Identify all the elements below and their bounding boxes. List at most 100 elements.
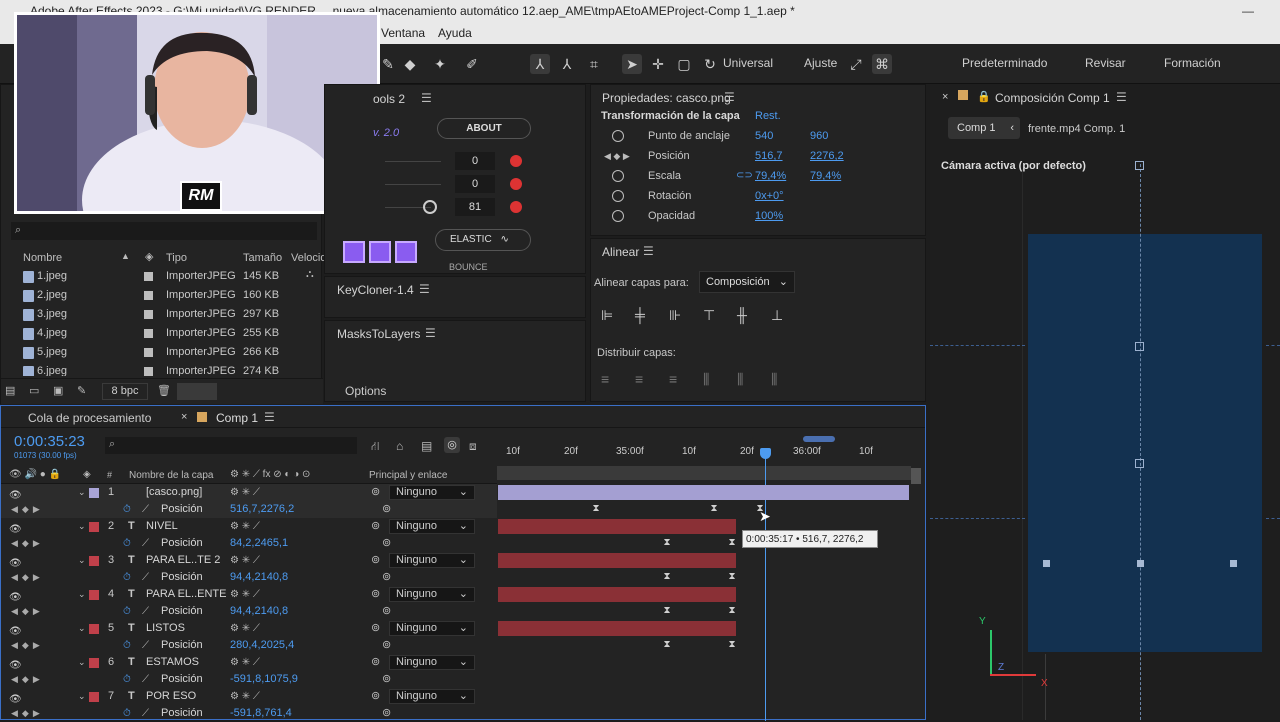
label-tag-icon[interactable]: ◈ — [83, 469, 91, 480]
snap-option-icon[interactable]: ⤢ — [846, 54, 866, 74]
column-layer-name[interactable]: Nombre de la capa — [129, 470, 214, 481]
selection-tool-icon[interactable]: ➤ — [622, 54, 642, 74]
workspace-formacion[interactable]: Formación — [1164, 56, 1221, 70]
y-axis-arrow[interactable] — [990, 630, 992, 676]
twirl-down-icon[interactable]: ⌄ — [78, 654, 86, 671]
column-speed[interactable]: Velocid — [291, 252, 326, 264]
layer-name[interactable]: PARA EL..TE 2 — [146, 552, 220, 569]
world-axis-mode-icon[interactable]: ⅄ — [557, 54, 577, 74]
pick-whip-icon[interactable]: ⊚ — [382, 501, 391, 518]
label-color[interactable] — [89, 590, 99, 600]
parent-dropdown[interactable]: Ninguno ⌄ — [389, 587, 475, 602]
distribute-hcenter-icon[interactable]: ⫼ — [737, 371, 743, 388]
property-value[interactable]: 0x+0° — [755, 186, 784, 206]
project-search-input[interactable]: ⌕ — [11, 222, 317, 240]
graph-icon[interactable]: ⟋ — [142, 671, 149, 688]
about-button[interactable]: ABOUT — [437, 118, 531, 139]
local-axis-mode-icon[interactable]: ⅄ — [530, 54, 550, 74]
pick-whip-icon[interactable]: ⊚ — [382, 569, 391, 586]
twirl-down-icon[interactable]: ⌄ — [78, 586, 86, 603]
layer-row[interactable]: 👁 ⌄ 3 T PARA EL..TE 2 ⚙ ✳ ⟋ ⊚ Ninguno ⌄ — [1, 552, 497, 569]
project-item[interactable]: 4.jpeg ImporterJPEG 255 KB — [1, 324, 323, 343]
label-color[interactable] — [89, 522, 99, 532]
layer-row[interactable]: 👁 ⌄ 5 T LISTOS ⚙ ✳ ⟋ ⊚ Ninguno ⌄ — [1, 620, 497, 637]
label-color[interactable] — [89, 488, 99, 498]
layer-row[interactable]: 👁 ⌄ 4 T PARA EL..ENTE ⚙ ✳ ⟋ ⊚ Ninguno ⌄ — [1, 586, 497, 603]
keyframe-nav-icon[interactable]: ◀◆▶ — [11, 501, 44, 518]
column-size[interactable]: Tamaño — [243, 252, 282, 264]
keyframe-marker[interactable]: ⧗ — [709, 504, 719, 514]
timeline-scroll-thumb[interactable] — [911, 468, 921, 484]
distribute-bottom-icon[interactable]: ≡ — [669, 371, 677, 387]
distribute-vcenter-icon[interactable]: ≡ — [635, 371, 643, 387]
property-value[interactable]: 94,4,2140,8 — [230, 569, 288, 586]
distribute-right-icon[interactable]: ⫼ — [771, 371, 777, 388]
stopwatch-icon[interactable] — [612, 210, 624, 222]
keyframe-marker[interactable]: ⧗ — [662, 538, 672, 548]
comp-breadcrumb-active[interactable]: Comp 1 ‹ — [948, 117, 1020, 139]
property-value-y[interactable]: 960 — [810, 126, 828, 146]
workspace-revisar[interactable]: Revisar — [1085, 56, 1126, 70]
align-bottom-icon[interactable]: ⊥ — [771, 307, 783, 324]
label-color[interactable] — [89, 658, 99, 668]
layer-row[interactable]: 👁 ⌄ 6 T ESTAMOS ⚙ ✳ ⟋ ⊚ Ninguno ⌄ — [1, 654, 497, 671]
keyframe-nav-icon[interactable]: ◀◆▶ — [11, 671, 44, 688]
graph-icon[interactable]: ⟋ — [142, 501, 149, 518]
switches-icons[interactable]: ⚙ ✳ ⟋ fx ⊘ ◐ ◑ ⊙ — [230, 469, 310, 480]
stamp-tool-icon[interactable]: ✎ — [378, 54, 398, 74]
layer-name[interactable]: PARA EL..ENTE — [146, 586, 227, 603]
label-color[interactable] — [89, 556, 99, 566]
property-value-x[interactable]: 516,7 — [755, 146, 783, 166]
path-vertex[interactable] — [1135, 161, 1144, 170]
stopwatch-icon[interactable]: ⏱ — [123, 637, 131, 654]
parent-dropdown[interactable]: Ninguno ⌄ — [389, 485, 475, 500]
keyframe-nav-icon[interactable]: ◀ ◆ ▶ — [604, 146, 630, 166]
elastic-button[interactable]: ELASTIC ∿ — [435, 229, 531, 251]
keyframe-nav-icon[interactable]: ◀◆▶ — [11, 705, 44, 722]
motion-blur-icon[interactable]: ◎ — [444, 437, 460, 453]
property-value-y[interactable]: 2276,2 — [810, 146, 844, 166]
project-item[interactable]: 6.jpeg ImporterJPEG 274 KB — [1, 362, 323, 376]
layer-switches[interactable]: ⚙ ✳ ⟋ — [230, 484, 260, 501]
parent-dropdown[interactable]: Ninguno ⌄ — [389, 655, 475, 670]
playhead-handle[interactable] — [760, 448, 771, 459]
work-area-bar[interactable] — [803, 436, 835, 442]
graph-icon[interactable]: ⟋ — [142, 603, 149, 620]
pick-whip-icon[interactable]: ⊚ — [371, 552, 380, 569]
keyframe-marker[interactable]: ⧗ — [727, 606, 737, 616]
pick-whip-icon[interactable]: ⊚ — [382, 705, 391, 722]
property-value[interactable]: 280,4,2025,4 — [230, 637, 294, 654]
comp-breadcrumb-other[interactable]: frente.mp4 Comp. 1 — [1028, 123, 1125, 135]
graph-editor-icon[interactable]: ⧈ — [469, 439, 477, 454]
render-queue-tab[interactable]: Cola de procesamiento — [28, 411, 151, 425]
layer-duration-bar[interactable] — [498, 519, 736, 534]
layer-name[interactable]: LISTOS — [146, 620, 185, 637]
eraser-tool-icon[interactable]: ◆ — [400, 54, 420, 74]
stopwatch-icon[interactable] — [612, 170, 624, 182]
stopwatch-icon[interactable] — [612, 130, 624, 142]
column-parent[interactable]: Principal y enlace — [369, 470, 447, 481]
keyframe-marker[interactable]: ⧗ — [727, 640, 737, 650]
label-color[interactable] — [89, 624, 99, 634]
stopwatch-icon[interactable]: ⏱ — [123, 705, 131, 722]
pick-whip-icon[interactable]: ⊚ — [382, 671, 391, 688]
pick-whip-icon[interactable]: ⊚ — [371, 688, 380, 705]
column-type[interactable]: Tipo — [166, 252, 187, 264]
keyframe-marker[interactable]: ⧗ — [727, 572, 737, 582]
keyframe-button-icon[interactable] — [510, 178, 522, 190]
property-row[interactable]: ◀◆▶ ⏱ ⟋ Posición -591,8,1075,9 ⊚ — [1, 671, 497, 688]
twirl-down-icon[interactable]: ⌄ — [78, 484, 86, 501]
property-value[interactable]: 100% — [755, 206, 783, 226]
lock-icon[interactable]: 🔒 — [977, 90, 991, 103]
panel-menu-icon[interactable]: ☰ — [425, 326, 436, 340]
layer-name[interactable]: NIVEL — [146, 518, 178, 535]
reset-link[interactable]: Rest. — [755, 110, 781, 122]
workspace-predeterminado[interactable]: Predeterminado — [962, 56, 1047, 70]
pick-whip-icon[interactable]: ⊚ — [371, 518, 380, 535]
twirl-down-icon[interactable]: ⌄ — [78, 620, 86, 637]
property-value[interactable]: -591,8,1075,9 — [230, 671, 298, 688]
stopwatch-icon[interactable] — [612, 190, 624, 202]
x-axis-arrow[interactable] — [990, 674, 1036, 676]
composition-canvas[interactable] — [1028, 234, 1262, 652]
layer-handle[interactable] — [1043, 560, 1050, 567]
